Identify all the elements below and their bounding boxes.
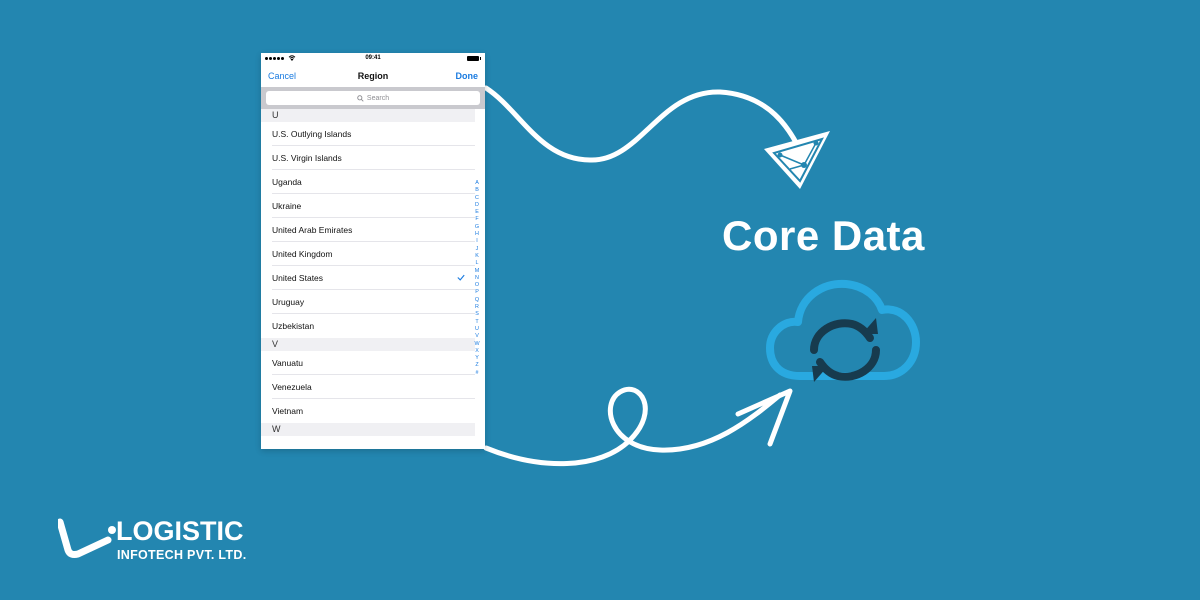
index-letter[interactable]: V bbox=[475, 333, 479, 340]
index-letter[interactable]: T bbox=[475, 319, 478, 326]
section-index: A B C D E F G H I J K L M N O P Q R S T U V W X Y Z # bbox=[473, 180, 481, 377]
search-icon bbox=[357, 94, 364, 102]
logistic-logo-icon bbox=[58, 518, 116, 558]
index-letter[interactable]: O bbox=[475, 282, 479, 289]
index-letter[interactable]: A bbox=[475, 180, 479, 187]
region-row[interactable]: United States bbox=[261, 266, 475, 290]
navigation-bar: Cancel Region Done bbox=[261, 65, 485, 87]
region-name: U.S. Virgin Islands bbox=[272, 153, 342, 163]
index-letter[interactable]: R bbox=[475, 304, 479, 311]
index-letter[interactable]: P bbox=[475, 289, 479, 296]
region-row[interactable]: Uruguay bbox=[261, 290, 475, 314]
region-name: Vietnam bbox=[272, 406, 304, 416]
index-letter[interactable]: Z bbox=[475, 362, 478, 369]
cloud-sync-icon bbox=[766, 279, 920, 382]
cancel-button[interactable]: Cancel bbox=[268, 71, 296, 81]
region-row[interactable]: Vietnam bbox=[261, 399, 475, 423]
region-name: United Kingdom bbox=[272, 249, 333, 259]
index-letter[interactable]: G bbox=[475, 224, 479, 231]
region-row[interactable]: United Kingdom bbox=[261, 242, 475, 266]
index-letter[interactable]: L bbox=[476, 260, 479, 267]
checkmark-icon bbox=[457, 274, 465, 281]
region-name: Vanuatu bbox=[272, 358, 304, 368]
region-row[interactable]: U.S. Virgin Islands bbox=[261, 146, 475, 170]
index-letter[interactable]: Y bbox=[475, 355, 479, 362]
region-row[interactable]: Uganda bbox=[261, 170, 475, 194]
battery-icon bbox=[467, 56, 481, 61]
index-letter[interactable]: # bbox=[476, 370, 479, 377]
index-letter[interactable]: S bbox=[475, 311, 479, 318]
index-letter[interactable]: M bbox=[475, 268, 480, 275]
index-letter[interactable]: Q bbox=[475, 297, 479, 304]
region-row[interactable]: Ukraine bbox=[261, 194, 475, 218]
region-name: United States bbox=[272, 273, 324, 283]
index-letter[interactable]: I bbox=[476, 238, 478, 245]
index-letter[interactable]: J bbox=[476, 246, 479, 253]
brand-tagline: INFOTECH PVT. LTD. bbox=[117, 548, 247, 562]
region-row[interactable]: Venezuela bbox=[261, 375, 475, 399]
region-name: Uruguay bbox=[272, 297, 305, 307]
headline: Core Data bbox=[722, 212, 925, 259]
status-time: 09:41 bbox=[365, 55, 381, 61]
region-row[interactable]: Vanuatu bbox=[261, 351, 475, 375]
index-letter[interactable]: H bbox=[475, 231, 479, 238]
search-bar: Search bbox=[261, 87, 485, 109]
section-header: W bbox=[261, 423, 475, 436]
region-row[interactable]: U.S. Outlying Islands bbox=[261, 122, 475, 146]
phone-screenshot: 09:41 Cancel Region Done Search U U.S. Ou… bbox=[261, 53, 485, 449]
section-header: V bbox=[261, 338, 475, 351]
status-bar: 09:41 bbox=[261, 53, 485, 65]
region-name: Ukraine bbox=[272, 201, 302, 211]
region-list: U U.S. Outlying Islands U.S. Virgin Island… bbox=[261, 109, 485, 436]
core-data-logo-icon bbox=[764, 131, 830, 189]
index-letter[interactable]: X bbox=[475, 348, 479, 355]
banner: 09:41 Cancel Region Done Search U U.S. Ou… bbox=[0, 0, 1200, 600]
region-name: Uzbekistan bbox=[272, 321, 315, 331]
index-letter[interactable]: B bbox=[475, 187, 479, 194]
index-letter[interactable]: D bbox=[475, 202, 479, 209]
section-header: U bbox=[261, 109, 475, 122]
brand-name: LOGISTIC bbox=[116, 516, 244, 546]
region-name: Uganda bbox=[272, 177, 302, 187]
region-name: Venezuela bbox=[272, 382, 312, 392]
index-letter[interactable]: W bbox=[474, 341, 479, 348]
search-input[interactable]: Search bbox=[266, 91, 480, 105]
search-placeholder: Search bbox=[366, 94, 390, 102]
region-name: U.S. Outlying Islands bbox=[272, 129, 352, 139]
index-letter[interactable]: E bbox=[475, 209, 479, 216]
region-name: United Arab Emirates bbox=[272, 225, 353, 235]
index-letter[interactable]: U bbox=[475, 326, 479, 333]
done-button[interactable]: Done bbox=[456, 71, 479, 81]
region-row[interactable]: United Arab Emirates bbox=[261, 218, 475, 242]
curved-arrow-bottom bbox=[483, 386, 793, 467]
index-letter[interactable]: N bbox=[475, 275, 479, 282]
index-letter[interactable]: F bbox=[475, 216, 478, 223]
index-letter[interactable]: C bbox=[475, 195, 479, 202]
region-row[interactable]: Uzbekistan bbox=[261, 314, 475, 338]
index-letter[interactable]: K bbox=[475, 253, 479, 260]
